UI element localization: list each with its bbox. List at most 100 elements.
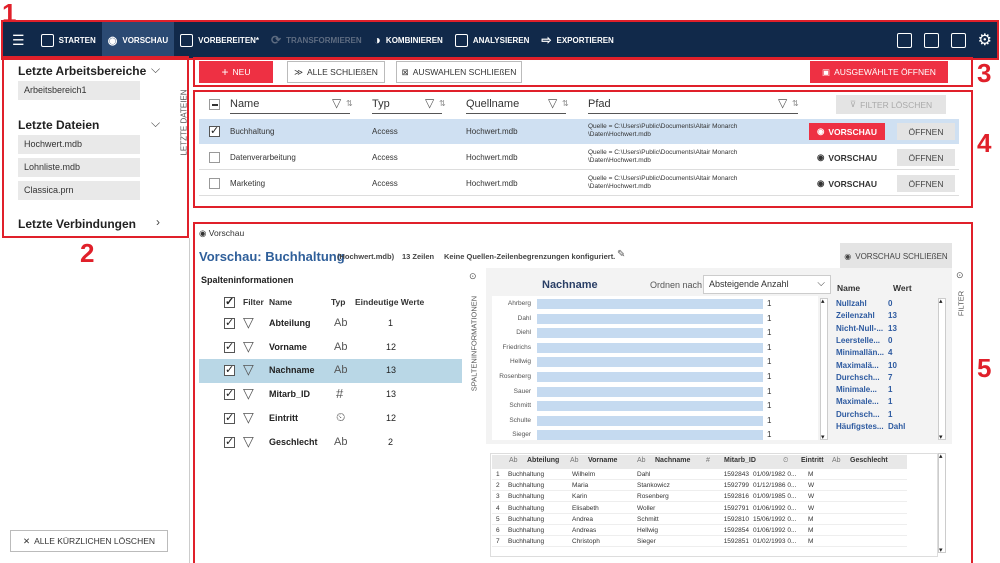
filter-icon[interactable]: ▽ xyxy=(243,361,254,378)
bar-label: Diehl xyxy=(516,329,531,337)
grid-cell: W xyxy=(808,482,815,490)
stat-value: 1 xyxy=(888,397,893,407)
grid-column-type: ⏲ xyxy=(783,457,789,464)
stats-scrollbar[interactable]: ▴ ▾ xyxy=(938,298,946,441)
bar-chart-scrollbar[interactable]: ▴ ▾ xyxy=(820,298,828,441)
filter-icon[interactable]: ▽ xyxy=(243,338,254,355)
stat-name: Maximale... xyxy=(836,397,879,407)
column-info-row[interactable]: ▽ Geschlecht Ab 2 xyxy=(202,431,462,455)
preview-toggle[interactable]: ◉ Vorschau xyxy=(199,228,244,239)
column-info-row[interactable]: ▽ Mitarb_ID # 13 xyxy=(202,383,462,407)
bar[interactable] xyxy=(537,357,763,368)
grid-cell: Buchhaltung xyxy=(508,493,545,501)
grid-cell: Buchhaltung xyxy=(508,482,545,490)
bar-value: 1 xyxy=(767,430,772,440)
grid-cell: M xyxy=(808,538,814,546)
stat-value: 7 xyxy=(888,372,893,382)
grid-column-header[interactable]: Nachname xyxy=(655,457,690,464)
collapse-column-info-icon[interactable]: ⊙ xyxy=(469,271,477,282)
left-panel-divider xyxy=(189,238,190,563)
stat-name: Zeilenzahl xyxy=(836,311,875,321)
collapse-filter-icon[interactable]: ⊙ xyxy=(956,270,964,281)
grid-cell: Sieger xyxy=(637,538,656,546)
column-checkbox[interactable] xyxy=(224,340,235,353)
table-row[interactable]: 3 Buchhaltung Karin Rosenberg 1592816 01/09/1… xyxy=(492,493,907,503)
grid-cell: 1592843 xyxy=(723,471,749,478)
bar[interactable] xyxy=(537,313,763,324)
bar[interactable] xyxy=(537,415,763,426)
bar-label: Friedrichs xyxy=(502,343,531,351)
grid-column-header[interactable]: Vorname xyxy=(588,457,617,464)
grid-cell: 01/06/1992 0... xyxy=(753,504,797,512)
data-grid-scrollbar[interactable]: ▴ ▾ xyxy=(938,453,946,554)
filter-icon[interactable]: ▽ xyxy=(243,314,254,331)
column-checkbox[interactable] xyxy=(224,411,235,424)
column-info-row[interactable]: ▽ Eintritt ⏲ 12 xyxy=(202,407,462,431)
column-checkbox[interactable] xyxy=(224,363,235,376)
bar[interactable] xyxy=(537,372,763,382)
preview-title: Vorschau: Buchhaltung xyxy=(199,249,345,264)
grid-cell: M xyxy=(808,515,814,523)
stat-name: Durchsch... xyxy=(836,409,880,419)
callout-2: 2 xyxy=(80,238,95,268)
grid-column-header[interactable]: Eintritt xyxy=(801,457,824,464)
column-checkbox[interactable] xyxy=(224,316,235,329)
grid-column-header[interactable]: Mitarb_ID xyxy=(724,457,756,464)
grid-cell: Wilhelm xyxy=(572,471,596,478)
column-checkbox[interactable] xyxy=(224,387,235,400)
stat-name: Durchsch... xyxy=(836,372,880,382)
sort-select[interactable]: Absteigende Anzahl ⌵ xyxy=(703,275,831,294)
stat-value: 0 xyxy=(888,299,893,308)
table-row[interactable]: 1 Buchhaltung Wilhelm Dahl 1592843 01/09/1982… xyxy=(492,471,907,480)
sort-label: Ordnen nach xyxy=(650,280,703,290)
stat-value: 0 xyxy=(888,335,893,345)
table-row[interactable]: 6 Buchhaltung Andreas Hellwig 1592854 01/06/1… xyxy=(492,527,907,536)
filter-icon[interactable]: ▽ xyxy=(243,409,254,426)
bar[interactable] xyxy=(537,299,763,309)
grid-cell: Andreas xyxy=(572,527,597,534)
filter-vertical-tab[interactable]: FILTER xyxy=(955,285,967,325)
grid-cell: Maria xyxy=(572,482,589,490)
table-row[interactable]: 4 Buchhaltung Elisabeth Woller 1592791 01/06/… xyxy=(492,505,907,514)
column-checkbox[interactable] xyxy=(224,435,235,448)
table-row[interactable]: 2 Buchhaltung Maria Stankowicz 1592799 01/12/… xyxy=(492,482,907,492)
filter-icon[interactable]: ▽ xyxy=(243,385,254,402)
close-preview-button[interactable]: ◉ VORSCHAU SCHLIEßEN xyxy=(840,243,952,269)
bar-label: Ahrberg xyxy=(507,300,531,307)
grid-column-header[interactable]: Geschlecht xyxy=(850,457,888,464)
grid-cell: 4 xyxy=(496,504,500,512)
preview-file: (Hochwert.mdb) xyxy=(337,252,395,261)
edit-icon[interactable]: ✎ xyxy=(617,249,625,260)
stats-value-header: Wert xyxy=(893,283,912,293)
clear-recent-button[interactable]: ✕ ALLE KÜRZLICHEN LÖSCHEN xyxy=(10,530,168,552)
bar[interactable] xyxy=(537,386,763,397)
filter-icon[interactable]: ▽ xyxy=(243,433,254,450)
table-row[interactable]: 5 Buchhaltung Andrea Schmitt 1592810 15/06/19… xyxy=(492,516,907,525)
stats-name-header: Name xyxy=(837,283,861,293)
column-info-row[interactable]: ▽ Nachname Ab 13 xyxy=(199,359,462,383)
column-info-row[interactable]: ▽ Vorname Ab 12 xyxy=(202,336,462,360)
bar-label: Rosenberg xyxy=(499,373,531,380)
column-info-title: Spalteninformationen xyxy=(201,275,294,285)
scroll-up-icon: ▴ xyxy=(939,453,943,460)
column-info-vertical-tab[interactable]: SPALTENINFORMATIONEN xyxy=(468,285,480,405)
scroll-down-icon: ▾ xyxy=(939,547,943,554)
bar[interactable] xyxy=(537,328,763,339)
table-row[interactable]: 7 Buchhaltung Christoph Sieger 1592851 01/02/… xyxy=(492,538,907,548)
bar[interactable] xyxy=(537,401,763,412)
grid-cell: Hellwig xyxy=(637,527,658,534)
bar-label: Schulte xyxy=(509,416,531,424)
bar-value: 1 xyxy=(767,386,772,396)
grid-column-type: # xyxy=(706,457,710,464)
stat-name: Minimallän... xyxy=(836,348,885,358)
bar[interactable] xyxy=(537,430,763,441)
grid-cell: Buchhaltung xyxy=(508,504,545,512)
bar[interactable] xyxy=(537,342,763,353)
all-columns-checkbox[interactable] xyxy=(224,295,235,308)
stat-value: 13 xyxy=(888,323,897,333)
stat-value: 1 xyxy=(888,385,893,395)
grid-cell: Rosenberg xyxy=(637,493,669,501)
column-info-row[interactable]: ▽ Abteilung Ab 1 xyxy=(202,312,462,336)
grid-cell: 3 xyxy=(496,493,500,501)
grid-column-header[interactable]: Abteilung xyxy=(527,457,559,464)
